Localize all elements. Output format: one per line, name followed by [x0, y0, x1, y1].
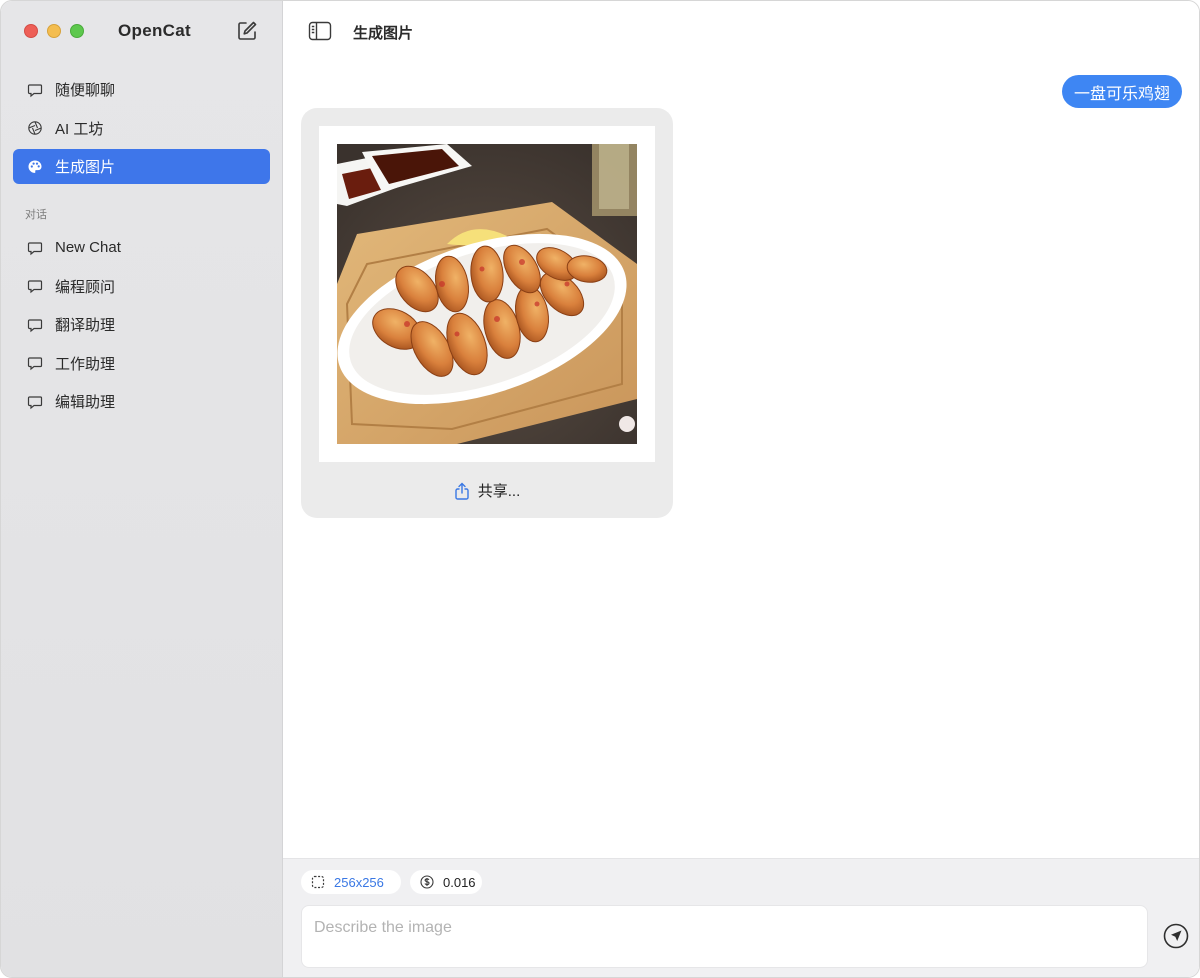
conversation-label: 翻译助理	[55, 317, 116, 334]
conversation-label: 编程顾问	[55, 278, 116, 296]
sidebar-item-casual-chat[interactable]: 随便聊聊	[13, 72, 270, 107]
toggle-sidebar-button[interactable]	[308, 21, 332, 41]
conversation-label: 编辑助理	[55, 394, 116, 411]
minimize-window-button[interactable]	[47, 24, 61, 38]
generated-image-frame	[319, 126, 655, 462]
conversation-item[interactable]: 编程顾问	[13, 269, 270, 304]
user-message-text: 一盘可乐鸡翅	[1073, 85, 1170, 103]
image-size-value: 256x256	[334, 874, 384, 890]
conversation-item[interactable]: 工作助理	[13, 346, 270, 381]
chat-bubble-icon	[27, 82, 43, 98]
new-chat-button[interactable]	[235, 19, 259, 43]
user-message-bubble: 一盘可乐鸡翅	[1061, 75, 1182, 108]
share-button[interactable]: 共享...	[301, 480, 673, 501]
chat-bubble-icon	[27, 278, 43, 294]
aperture-icon	[27, 120, 43, 136]
sidebar-item-generate-image[interactable]: 生成图片	[13, 149, 270, 184]
share-label: 共享...	[477, 483, 521, 500]
sidebar-toggle-icon	[308, 21, 332, 41]
sidebar-item-ai-workshop[interactable]: AI 工坊	[13, 111, 270, 146]
chat-bubble-icon	[27, 240, 43, 256]
image-size-selector[interactable]: 256x256	[301, 870, 401, 894]
sidebar-item-label: AI 工坊	[55, 120, 104, 138]
prompt-input-container	[301, 905, 1148, 968]
chat-bubble-icon	[27, 317, 43, 333]
generated-image-card: 共享...	[301, 108, 673, 518]
conversation-item[interactable]: New Chat	[13, 230, 270, 265]
prompt-input[interactable]	[302, 906, 1147, 967]
compose-icon	[238, 21, 257, 40]
share-icon	[454, 482, 470, 500]
close-window-button[interactable]	[24, 24, 38, 38]
composer-area: 256x256 0.016	[283, 858, 1199, 977]
sidebar-item-label: 随便聊聊	[55, 82, 116, 99]
conversation-label: 工作助理	[55, 355, 116, 373]
palette-icon	[27, 159, 43, 175]
dollar-circle-icon	[420, 875, 434, 889]
main-panel: 生成图片 一盘可乐鸡翅 共享... 256x256 0.016 Describe…	[283, 1, 1199, 977]
conversation-list: New Chat 编程顾问 翻译助理 工作助理 编辑助理	[13, 230, 270, 423]
chat-bubble-icon	[27, 355, 43, 371]
app-title: OpenCat	[118, 21, 191, 40]
page-title: 生成图片	[353, 25, 414, 42]
conversation-label: New Chat	[55, 239, 121, 256]
cost-badge: 0.016	[410, 870, 482, 894]
conversation-item[interactable]: 翻译助理	[13, 307, 270, 342]
conversation-item[interactable]: 编辑助理	[13, 384, 270, 419]
sidebar: OpenCat 随便聊聊 AI 工坊 生成图片 对话 New Chat 编程顾问…	[1, 1, 283, 977]
dashed-square-icon	[311, 875, 325, 889]
sidebar-item-label: 生成图片	[55, 159, 116, 176]
zoom-window-button[interactable]	[70, 24, 84, 38]
send-button[interactable]	[1163, 923, 1189, 949]
send-icon	[1163, 923, 1189, 949]
conversations-section-label: 对话	[25, 209, 47, 221]
chat-bubble-icon	[27, 394, 43, 410]
generated-image[interactable]	[337, 144, 637, 444]
app-window: OpenCat 随便聊聊 AI 工坊 生成图片 对话 New Chat 编程顾问…	[0, 0, 1200, 978]
cost-value: 0.016	[443, 874, 476, 890]
sidebar-nav: 随便聊聊 AI 工坊 生成图片	[13, 72, 270, 188]
window-controls	[24, 24, 84, 38]
